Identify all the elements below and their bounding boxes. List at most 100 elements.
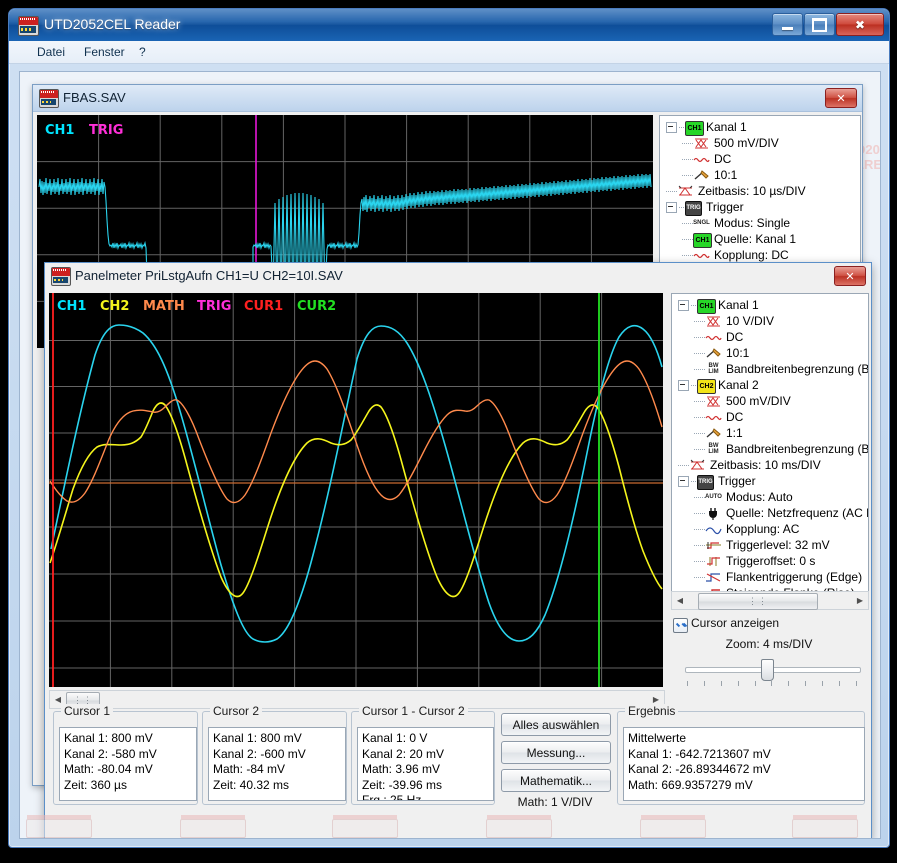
- menu-item-help[interactable]: ?: [139, 45, 146, 59]
- value-line: Kanal 2: 20 mV: [362, 746, 445, 761]
- value-line: Math: -80.04 mV: [64, 762, 153, 776]
- tree-connector: [682, 158, 693, 160]
- tree-expander-icon[interactable]: [678, 475, 689, 487]
- tree-hscroll-thumb[interactable]: ⋮⋮: [698, 593, 818, 610]
- minimized-window-stub[interactable]: [792, 815, 858, 838]
- probe-icon: [705, 427, 722, 440]
- tree-node[interactable]: Zeitbasis: 10 µs/DIV: [664, 183, 860, 199]
- tree-expander-icon[interactable]: [666, 121, 677, 133]
- tree-node[interactable]: Triggerlevel: 32 mV: [676, 537, 868, 553]
- tree-node[interactable]: Quelle: Netzfrequenz (AC Lin: [676, 505, 868, 521]
- minimized-window-stub[interactable]: [640, 815, 706, 838]
- tree-node[interactable]: BW LIM Bandbreitenbegrenzung (Ban: [676, 441, 868, 457]
- tree-node[interactable]: Kopplung: AC: [676, 521, 868, 537]
- value-line: Kanal 1: -642.7213607 mV: [628, 746, 771, 761]
- settings-tree-2[interactable]: CH1 Kanal 1 10 V/DIV DC 10:1 BW LIM Bandbreiten…: [671, 293, 869, 593]
- tree-node[interactable]: SNGL Modus: Single: [664, 215, 860, 231]
- child-window-1-close-button[interactable]: ✕: [825, 88, 857, 108]
- tree-node[interactable]: CH1 Quelle: Kanal 1: [664, 231, 860, 248]
- tree-node[interactable]: Flankentriggerung (Edge): [676, 569, 868, 585]
- tree-node[interactable]: DC: [676, 409, 868, 425]
- tree-expander-icon[interactable]: [678, 299, 689, 311]
- menu-item-fenster[interactable]: Fenster: [84, 45, 125, 59]
- app-title: UTD2052CEL Reader: [44, 16, 181, 32]
- single-mode-icon: SNGL: [693, 219, 710, 226]
- show-cursor-checkbox[interactable]: [673, 618, 688, 633]
- tree-node[interactable]: DC: [676, 329, 868, 345]
- tree-node[interactable]: Triggeroffset: 0 s: [676, 553, 868, 569]
- tree-node[interactable]: CH2 Kanal 2: [676, 377, 868, 394]
- tree-node-label: 500 mV/DIV: [726, 394, 791, 408]
- math-button[interactable]: Mathematik...: [501, 769, 611, 792]
- tree-node[interactable]: 10:1: [676, 345, 868, 361]
- hscroll-track[interactable]: ⋮⋮: [66, 692, 648, 709]
- tree-node[interactable]: 500 mV/DIV: [676, 393, 868, 409]
- tree-hscroll-track[interactable]: ⋮⋮: [688, 593, 852, 610]
- tree-node[interactable]: 1:1: [676, 425, 868, 441]
- tree-node[interactable]: Kopplung: DC: [664, 247, 860, 263]
- tree-node-label: Zeitbasis: 10 ms/DIV: [710, 458, 821, 472]
- minimize-button[interactable]: [772, 13, 803, 36]
- measure-button[interactable]: Messung...: [501, 741, 611, 764]
- maximize-button[interactable]: [804, 13, 835, 36]
- zoom-slider-thumb[interactable]: [761, 659, 774, 681]
- child-window-panelmeter[interactable]: Panelmeter PriLstgAufn CH1=U CH2=10I.SAV…: [44, 262, 872, 838]
- auto-mode-icon: AUTO: [705, 493, 722, 500]
- tree-node[interactable]: AUTO Modus: Auto: [676, 489, 868, 505]
- tree-connector: [682, 174, 693, 176]
- child-window-2-close-button[interactable]: ✕: [834, 266, 866, 286]
- tree-node-label: Triggerlevel: 32 mV: [726, 538, 830, 552]
- tree-connector: [694, 560, 705, 562]
- minimized-window-stub[interactable]: [486, 815, 552, 838]
- tree-scroll-left-arrow-icon[interactable]: ◀: [672, 593, 688, 608]
- tree-node-label: Zeitbasis: 10 µs/DIV: [698, 184, 806, 198]
- tree-connector: [682, 222, 693, 224]
- tree-node[interactable]: TRIG Trigger: [676, 473, 868, 490]
- tree-node[interactable]: 500 mV/DIV: [664, 135, 860, 151]
- tree-node-label: Kopplung: AC: [726, 522, 800, 536]
- value-line: Kanal 1: 800 mV: [213, 731, 302, 745]
- menu-bar: Datei Fenster ?: [9, 41, 889, 64]
- tree-scroll-right-arrow-icon[interactable]: ▶: [852, 593, 868, 608]
- maximize-icon: [812, 17, 827, 32]
- tree-node-label: Trigger: [706, 200, 744, 214]
- tree-connector: [694, 432, 705, 434]
- tree-node[interactable]: 10:1: [664, 167, 860, 183]
- minimized-window-stub[interactable]: [26, 815, 92, 838]
- child-window-2-title: Panelmeter PriLstgAufn CH1=U CH2=10I.SAV: [75, 268, 343, 283]
- tree-expander-icon[interactable]: [678, 379, 689, 391]
- bandwidth-icon: BW LIM: [708, 362, 719, 375]
- tree-connector: [694, 528, 705, 530]
- minimized-window-stub[interactable]: [332, 815, 398, 838]
- waveform-display-2[interactable]: CH1 CH2 MATH TRIG CUR1 CUR2: [49, 293, 663, 687]
- tree-node-label: 10:1: [714, 168, 738, 182]
- select-all-button[interactable]: Alles auswählen: [501, 713, 611, 736]
- menu-item-datei[interactable]: Datei: [37, 45, 65, 59]
- tree-node[interactable]: 10 V/DIV: [676, 313, 868, 329]
- tree-hscrollbar[interactable]: ◀ ⋮⋮ ▶: [671, 591, 869, 610]
- tree-node[interactable]: CH1 Kanal 1: [664, 119, 860, 136]
- voltdiv-icon: [693, 137, 710, 150]
- scope2-label-math: MATH: [143, 299, 185, 314]
- edge-trigger-icon: [705, 571, 722, 584]
- close-icon: ✖: [854, 17, 866, 32]
- child-window-1-title-bar: FBAS.SAV ✕: [33, 85, 862, 112]
- tree-node[interactable]: BW LIM Bandbreitenbegrenzung (Ban: [676, 361, 868, 377]
- waveform-hscrollbar[interactable]: ◀ ⋮⋮ ▶: [49, 690, 665, 709]
- minimized-window-stub[interactable]: [180, 815, 246, 838]
- tree-node[interactable]: CH1 Kanal 1: [676, 297, 868, 314]
- tree-node[interactable]: Zeitbasis: 10 ms/DIV: [676, 457, 868, 473]
- scope1-label-ch1: CH1: [45, 123, 75, 138]
- tree-expander-icon[interactable]: [666, 201, 677, 213]
- tree-node[interactable]: TRIG Trigger: [664, 199, 860, 216]
- tree-node[interactable]: DC: [664, 151, 860, 167]
- close-button[interactable]: ✖: [836, 13, 884, 36]
